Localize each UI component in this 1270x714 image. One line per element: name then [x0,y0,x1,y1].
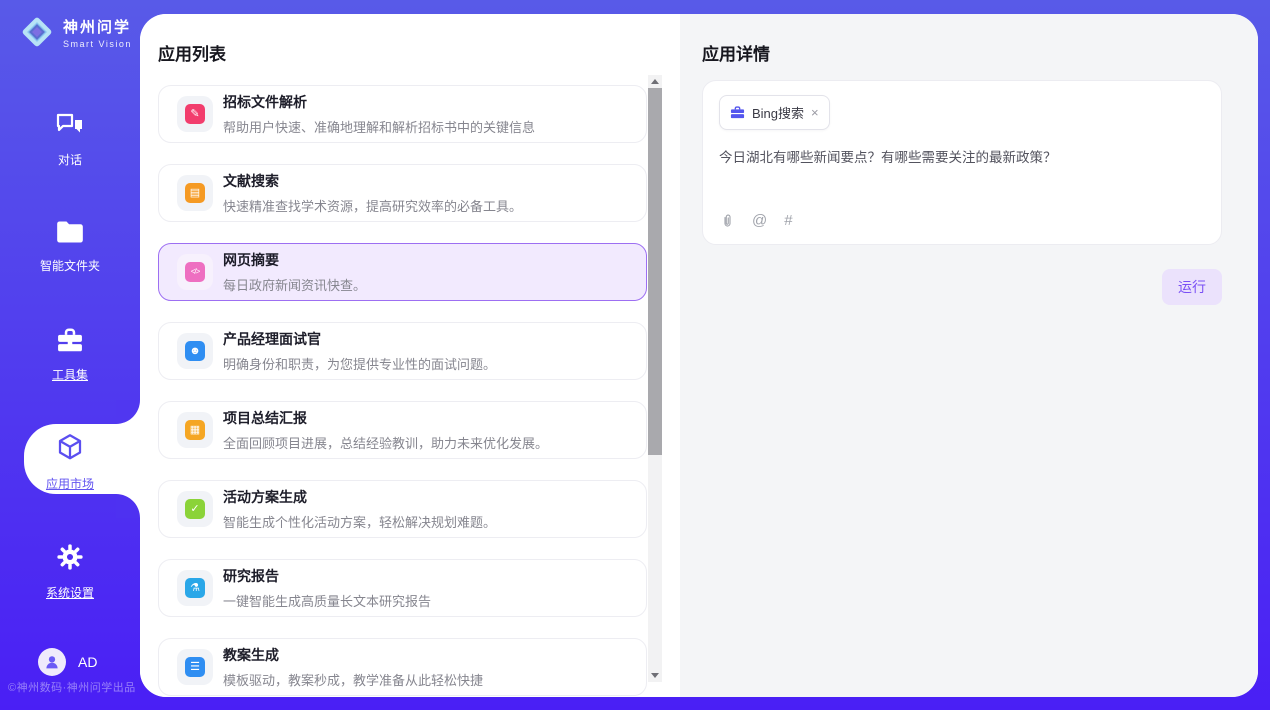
app-frame: 神州问学 Smart Vision 对话 智能文件夹 [0,0,1270,710]
app-card-pm-interviewer[interactable]: ☻ 产品经理面试官 明确身份和职责，为您提供专业性的面试问题。 [158,322,647,380]
sidebar-item-label: 智能文件夹 [0,257,140,274]
mention-icon[interactable]: @ [752,212,767,229]
person-icon [43,653,61,671]
composer-toolbar: @ # [720,212,793,229]
app-card-title: 活动方案生成 [223,489,307,505]
prompt-text[interactable]: 今日湖北有哪些新闻要点？有哪些需要关注的最新政策？ [719,148,1205,168]
sidebar-item-label: 工具集 [0,366,140,383]
scroll-down-button[interactable] [648,669,662,682]
tool-tag-bing-search[interactable]: Bing搜索 × [719,95,830,130]
app-card-title: 项目总结汇报 [223,410,307,426]
app-card-title: 产品经理面试官 [223,331,321,347]
sidebar-item-label: 应用市场 [0,475,140,492]
close-icon[interactable]: × [811,106,819,119]
attachment-icon[interactable] [720,213,735,229]
book-icon: ▤ [177,175,213,211]
app-card-project-summary[interactable]: ▦ 项目总结汇报 全面回顾项目进展，总结经验教训，助力未来优化发展。 [158,401,647,459]
app-card-web-summary[interactable]: </> 网页摘要 每日政府新闻资讯快查。 [158,243,647,301]
app-card-title: 文献搜索 [223,173,279,189]
app-list-panel: 应用列表 ✎ 招标文件解析 帮助用户快速、准确地理解和解析招标书中的关键信息 ▤… [140,14,680,697]
app-card-literature-search[interactable]: ▤ 文献搜索 快速精准查找学术资源，提高研究效率的必备工具。 [158,164,647,222]
cube-icon [55,432,85,462]
summary-note-icon: ▦ [177,412,213,448]
app-card-title: 研究报告 [223,568,279,584]
app-card-event-plan[interactable]: ✓ 活动方案生成 智能生成个性化活动方案，轻松解决规划难题。 [158,480,647,538]
research-icon: ⚗ [177,570,213,606]
sidebar-item-chat[interactable]: 对话 [0,112,140,168]
sidebar-item-settings[interactable]: 系统设置 [0,543,140,601]
diamond-logo-icon [18,13,56,51]
app-card-desc: 模板驱动，教案秒成，教学准备从此轻松快捷 [223,670,483,689]
interviewer-icon: ☻ [177,333,213,369]
pill-curve-top [116,400,140,424]
sidebar-item-app-market[interactable]: 应用市场 [0,432,140,492]
webpage-code-icon: </> [177,254,213,290]
app-card-lesson-plan[interactable]: ☰ 教案生成 模板驱动，教案秒成，教学准备从此轻松快捷 [158,638,647,696]
hash-icon[interactable]: # [784,212,792,229]
chat-icon [55,112,85,138]
app-detail-panel: 应用详情 Bing搜索 × 今日湖北有哪些新闻要点？有哪些需要关注的最新政策？ [680,14,1258,697]
app-card-title: 教案生成 [223,647,279,663]
sidebar-item-label: 对话 [0,151,140,168]
brand-title: 神州问学 [63,16,132,37]
app-card-bid-document-parse[interactable]: ✎ 招标文件解析 帮助用户快速、准确地理解和解析招标书中的关键信息 [158,85,647,143]
sidebar-item-toolset[interactable]: 工具集 [0,328,140,383]
briefcase-icon [730,106,745,119]
app-card-desc: 每日政府新闻资讯快查。 [223,275,366,294]
user-name: AD [78,654,97,670]
app-card-title: 网页摘要 [223,252,279,268]
app-card-desc: 帮助用户快速、准确地理解和解析招标书中的关键信息 [223,117,535,136]
plan-check-icon: ✓ [177,491,213,527]
app-card-desc: 智能生成个性化活动方案，轻松解决规划难题。 [223,512,496,531]
scroll-up-button[interactable] [648,75,662,88]
sidebar-item-label: 系统设置 [0,584,140,601]
gear-icon [56,543,84,571]
app-list-title: 应用列表 [158,40,226,65]
scrollbar-thumb[interactable] [648,88,662,455]
sidebar: 神州问学 Smart Vision 对话 智能文件夹 [0,0,140,710]
app-card-desc: 明确身份和职责，为您提供专业性的面试问题。 [223,354,496,373]
lesson-books-icon: ☰ [177,649,213,685]
app-card-desc: 一键智能生成高质量长文本研究报告 [223,591,431,610]
pill-curve-bottom [116,494,140,518]
app-card-list: ✎ 招标文件解析 帮助用户快速、准确地理解和解析招标书中的关键信息 ▤ 文献搜索… [158,85,647,697]
app-card-title: 招标文件解析 [223,94,307,110]
copyright-text: ©神州数码·神州问学出品 [8,679,140,695]
run-button[interactable]: 运行 [1162,269,1222,305]
app-detail-title: 应用详情 [702,40,770,65]
list-scrollbar[interactable] [648,75,662,682]
prompt-editor-card[interactable]: Bing搜索 × 今日湖北有哪些新闻要点？有哪些需要关注的最新政策？ @ # [702,80,1222,245]
avatar [38,648,66,676]
brand-subtitle: Smart Vision [63,39,132,49]
app-card-research-report[interactable]: ⚗ 研究报告 一键智能生成高质量长文本研究报告 [158,559,647,617]
edit-document-icon: ✎ [177,96,213,132]
brand-logo: 神州问学 Smart Vision [18,13,132,51]
tool-tag-label: Bing搜索 [752,103,804,122]
user-account[interactable]: AD [38,648,97,676]
folder-icon [56,220,84,244]
content-area: 应用列表 ✎ 招标文件解析 帮助用户快速、准确地理解和解析招标书中的关键信息 ▤… [140,14,1258,697]
app-card-desc: 全面回顾项目进展，总结经验教训，助力未来优化发展。 [223,433,548,452]
sidebar-item-smart-folder[interactable]: 智能文件夹 [0,220,140,274]
toolbox-icon [56,328,84,353]
app-card-desc: 快速精准查找学术资源，提高研究效率的必备工具。 [223,196,522,215]
